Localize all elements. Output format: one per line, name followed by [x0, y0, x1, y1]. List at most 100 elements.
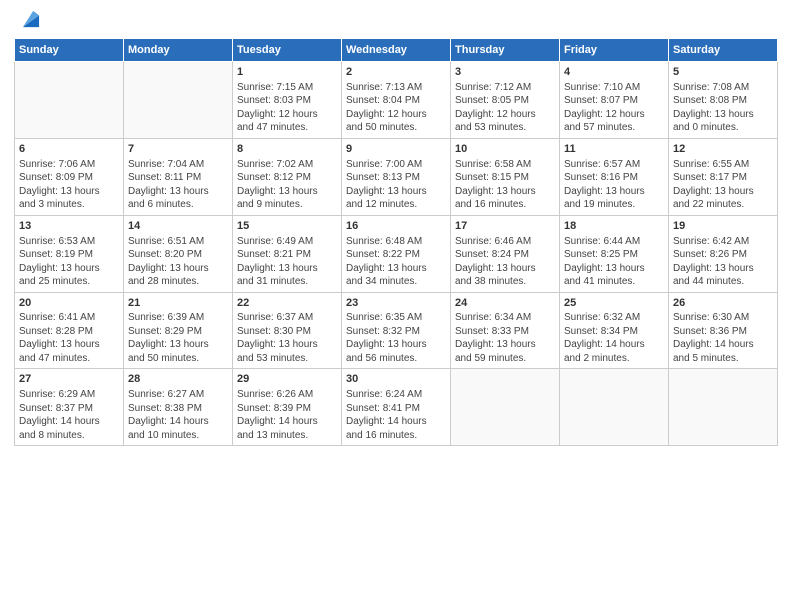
- weekday-header: Sunday: [15, 39, 124, 62]
- day-info: Sunrise: 6:39 AM Sunset: 8:29 PM Dayligh…: [128, 311, 228, 365]
- calendar-cell: 15Sunrise: 6:49 AM Sunset: 8:21 PM Dayli…: [233, 215, 342, 292]
- calendar-cell: 3Sunrise: 7:12 AM Sunset: 8:05 PM Daylig…: [451, 62, 560, 139]
- calendar-cell: 24Sunrise: 6:34 AM Sunset: 8:33 PM Dayli…: [451, 292, 560, 369]
- calendar-cell: [451, 369, 560, 446]
- day-info: Sunrise: 7:12 AM Sunset: 8:05 PM Dayligh…: [455, 81, 555, 135]
- day-info: Sunrise: 6:35 AM Sunset: 8:32 PM Dayligh…: [346, 311, 446, 365]
- calendar-cell: [560, 369, 669, 446]
- day-number: 27: [19, 372, 119, 387]
- day-info: Sunrise: 6:44 AM Sunset: 8:25 PM Dayligh…: [564, 235, 664, 289]
- logo-text: [18, 12, 42, 30]
- logo-icon: [20, 8, 42, 30]
- weekday-header: Friday: [560, 39, 669, 62]
- calendar-cell: 8Sunrise: 7:02 AM Sunset: 8:12 PM Daylig…: [233, 138, 342, 215]
- day-number: 17: [455, 219, 555, 234]
- day-number: 1: [237, 65, 337, 80]
- day-number: 28: [128, 372, 228, 387]
- day-info: Sunrise: 6:53 AM Sunset: 8:19 PM Dayligh…: [19, 235, 119, 289]
- day-number: 10: [455, 142, 555, 157]
- calendar-cell: 12Sunrise: 6:55 AM Sunset: 8:17 PM Dayli…: [669, 138, 778, 215]
- calendar-cell: 21Sunrise: 6:39 AM Sunset: 8:29 PM Dayli…: [124, 292, 233, 369]
- day-info: Sunrise: 6:34 AM Sunset: 8:33 PM Dayligh…: [455, 311, 555, 365]
- calendar-cell: 20Sunrise: 6:41 AM Sunset: 8:28 PM Dayli…: [15, 292, 124, 369]
- calendar-table: SundayMondayTuesdayWednesdayThursdayFrid…: [14, 38, 778, 446]
- day-info: Sunrise: 6:30 AM Sunset: 8:36 PM Dayligh…: [673, 311, 773, 365]
- weekday-header: Monday: [124, 39, 233, 62]
- weekday-header: Tuesday: [233, 39, 342, 62]
- calendar-cell: 4Sunrise: 7:10 AM Sunset: 8:07 PM Daylig…: [560, 62, 669, 139]
- calendar-cell: [15, 62, 124, 139]
- calendar-cell: 25Sunrise: 6:32 AM Sunset: 8:34 PM Dayli…: [560, 292, 669, 369]
- day-info: Sunrise: 6:58 AM Sunset: 8:15 PM Dayligh…: [455, 158, 555, 212]
- day-number: 11: [564, 142, 664, 157]
- day-info: Sunrise: 7:13 AM Sunset: 8:04 PM Dayligh…: [346, 81, 446, 135]
- day-number: 30: [346, 372, 446, 387]
- day-number: 15: [237, 219, 337, 234]
- day-info: Sunrise: 7:06 AM Sunset: 8:09 PM Dayligh…: [19, 158, 119, 212]
- day-number: 13: [19, 219, 119, 234]
- calendar-cell: 14Sunrise: 6:51 AM Sunset: 8:20 PM Dayli…: [124, 215, 233, 292]
- day-number: 26: [673, 296, 773, 311]
- weekday-header: Thursday: [451, 39, 560, 62]
- calendar-cell: 28Sunrise: 6:27 AM Sunset: 8:38 PM Dayli…: [124, 369, 233, 446]
- day-number: 8: [237, 142, 337, 157]
- day-info: Sunrise: 6:24 AM Sunset: 8:41 PM Dayligh…: [346, 388, 446, 442]
- calendar-cell: 1Sunrise: 7:15 AM Sunset: 8:03 PM Daylig…: [233, 62, 342, 139]
- day-number: 16: [346, 219, 446, 234]
- calendar-cell: 30Sunrise: 6:24 AM Sunset: 8:41 PM Dayli…: [342, 369, 451, 446]
- page: SundayMondayTuesdayWednesdayThursdayFrid…: [0, 0, 792, 612]
- weekday-header: Saturday: [669, 39, 778, 62]
- day-number: 7: [128, 142, 228, 157]
- day-info: Sunrise: 6:32 AM Sunset: 8:34 PM Dayligh…: [564, 311, 664, 365]
- day-info: Sunrise: 6:41 AM Sunset: 8:28 PM Dayligh…: [19, 311, 119, 365]
- day-info: Sunrise: 6:48 AM Sunset: 8:22 PM Dayligh…: [346, 235, 446, 289]
- day-info: Sunrise: 6:27 AM Sunset: 8:38 PM Dayligh…: [128, 388, 228, 442]
- day-number: 18: [564, 219, 664, 234]
- day-info: Sunrise: 7:10 AM Sunset: 8:07 PM Dayligh…: [564, 81, 664, 135]
- day-number: 9: [346, 142, 446, 157]
- day-number: 23: [346, 296, 446, 311]
- calendar-cell: 26Sunrise: 6:30 AM Sunset: 8:36 PM Dayli…: [669, 292, 778, 369]
- day-info: Sunrise: 7:08 AM Sunset: 8:08 PM Dayligh…: [673, 81, 773, 135]
- weekday-header: Wednesday: [342, 39, 451, 62]
- calendar-cell: 11Sunrise: 6:57 AM Sunset: 8:16 PM Dayli…: [560, 138, 669, 215]
- calendar-cell: 27Sunrise: 6:29 AM Sunset: 8:37 PM Dayli…: [15, 369, 124, 446]
- day-number: 3: [455, 65, 555, 80]
- calendar-cell: 2Sunrise: 7:13 AM Sunset: 8:04 PM Daylig…: [342, 62, 451, 139]
- day-number: 2: [346, 65, 446, 80]
- calendar-cell: 16Sunrise: 6:48 AM Sunset: 8:22 PM Dayli…: [342, 215, 451, 292]
- day-info: Sunrise: 6:42 AM Sunset: 8:26 PM Dayligh…: [673, 235, 773, 289]
- day-number: 6: [19, 142, 119, 157]
- calendar-cell: 29Sunrise: 6:26 AM Sunset: 8:39 PM Dayli…: [233, 369, 342, 446]
- logo: [18, 12, 42, 30]
- day-info: Sunrise: 7:15 AM Sunset: 8:03 PM Dayligh…: [237, 81, 337, 135]
- day-info: Sunrise: 7:04 AM Sunset: 8:11 PM Dayligh…: [128, 158, 228, 212]
- day-number: 22: [237, 296, 337, 311]
- calendar-cell: 23Sunrise: 6:35 AM Sunset: 8:32 PM Dayli…: [342, 292, 451, 369]
- calendar-cell: 17Sunrise: 6:46 AM Sunset: 8:24 PM Dayli…: [451, 215, 560, 292]
- calendar-cell: 19Sunrise: 6:42 AM Sunset: 8:26 PM Dayli…: [669, 215, 778, 292]
- day-info: Sunrise: 7:00 AM Sunset: 8:13 PM Dayligh…: [346, 158, 446, 212]
- calendar-cell: [124, 62, 233, 139]
- day-number: 25: [564, 296, 664, 311]
- calendar-cell: 6Sunrise: 7:06 AM Sunset: 8:09 PM Daylig…: [15, 138, 124, 215]
- calendar-cell: 5Sunrise: 7:08 AM Sunset: 8:08 PM Daylig…: [669, 62, 778, 139]
- day-number: 19: [673, 219, 773, 234]
- day-info: Sunrise: 6:29 AM Sunset: 8:37 PM Dayligh…: [19, 388, 119, 442]
- day-info: Sunrise: 6:46 AM Sunset: 8:24 PM Dayligh…: [455, 235, 555, 289]
- day-info: Sunrise: 6:37 AM Sunset: 8:30 PM Dayligh…: [237, 311, 337, 365]
- day-number: 20: [19, 296, 119, 311]
- day-number: 29: [237, 372, 337, 387]
- calendar-cell: 7Sunrise: 7:04 AM Sunset: 8:11 PM Daylig…: [124, 138, 233, 215]
- day-info: Sunrise: 6:51 AM Sunset: 8:20 PM Dayligh…: [128, 235, 228, 289]
- calendar-cell: 13Sunrise: 6:53 AM Sunset: 8:19 PM Dayli…: [15, 215, 124, 292]
- day-number: 24: [455, 296, 555, 311]
- header: [0, 0, 792, 38]
- day-info: Sunrise: 7:02 AM Sunset: 8:12 PM Dayligh…: [237, 158, 337, 212]
- day-number: 4: [564, 65, 664, 80]
- day-number: 12: [673, 142, 773, 157]
- day-info: Sunrise: 6:55 AM Sunset: 8:17 PM Dayligh…: [673, 158, 773, 212]
- calendar-cell: 10Sunrise: 6:58 AM Sunset: 8:15 PM Dayli…: [451, 138, 560, 215]
- day-info: Sunrise: 6:26 AM Sunset: 8:39 PM Dayligh…: [237, 388, 337, 442]
- day-info: Sunrise: 6:57 AM Sunset: 8:16 PM Dayligh…: [564, 158, 664, 212]
